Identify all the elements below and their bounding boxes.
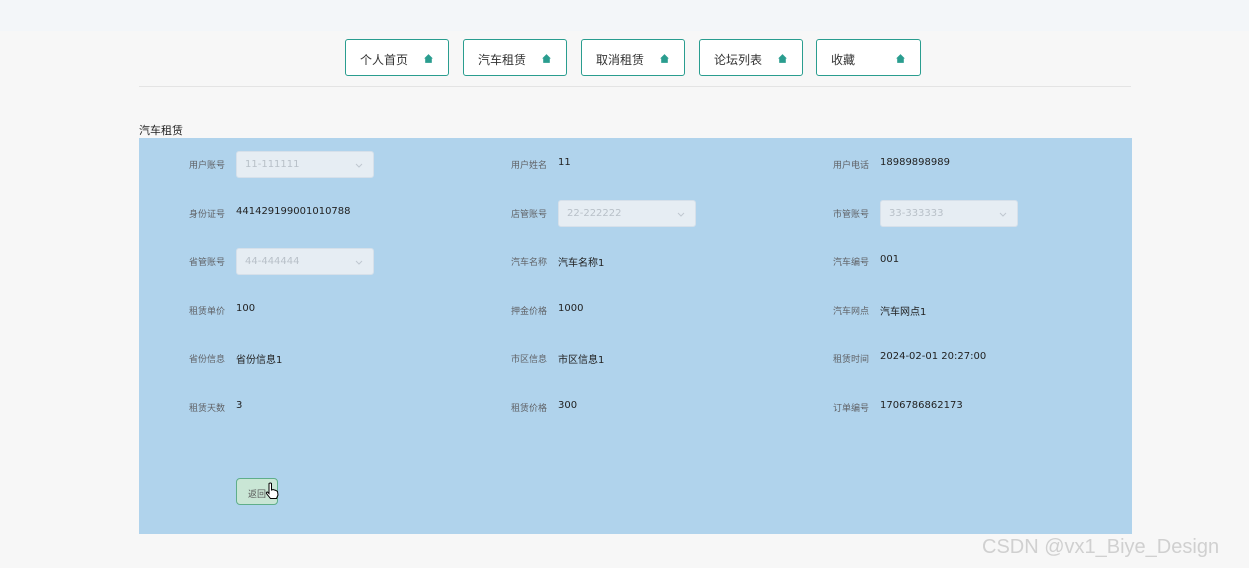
nav-item-label: 汽车租赁 (478, 53, 527, 67)
field-label: 租赁单价 (189, 307, 226, 317)
nav-item-label: 取消租赁 (596, 53, 645, 67)
nav-item-personal-home[interactable]: 个人首页 (345, 39, 449, 76)
field-value: 汽车名称1 (558, 258, 605, 269)
field-value: 2024-02-01 20:27:00 (880, 351, 987, 362)
field-label: 省管账号 (189, 258, 226, 268)
field-label: 租赁价格 (511, 404, 548, 414)
field-label: 汽车网点 (833, 307, 870, 317)
select-value: 33-333333 (889, 208, 944, 219)
field-label: 省份信息 (189, 355, 226, 365)
field-label: 租赁时间 (833, 355, 870, 365)
field-label: 用户账号 (189, 161, 226, 171)
chevron-down-icon (355, 260, 363, 265)
field-label: 汽车编号 (833, 258, 870, 268)
field-label: 市管账号 (833, 210, 870, 220)
nav-item-favorites[interactable]: 收藏 (816, 39, 921, 76)
field-value: 市区信息1 (558, 355, 605, 366)
home-icon (660, 54, 669, 63)
top-bar (0, 0, 1249, 31)
field-value: 1706786862173 (880, 400, 963, 411)
nav-item-forum-list[interactable]: 论坛列表 (699, 39, 803, 76)
select-value: 11-111111 (245, 159, 300, 170)
field-label: 用户姓名 (511, 161, 548, 171)
nav-item-label: 收藏 (831, 53, 856, 67)
field-label: 店管账号 (511, 210, 548, 220)
field-value: 18989898989 (880, 157, 950, 168)
field-value: 001 (880, 254, 900, 265)
field-value: 汽车网点1 (880, 307, 927, 318)
nav-item-label: 论坛列表 (714, 53, 763, 67)
field-label: 用户电话 (833, 161, 870, 171)
field-label: 身份证号 (189, 210, 226, 220)
nav-divider (139, 86, 1131, 87)
province-account-select[interactable]: 44-444444 (236, 248, 374, 275)
field-label: 押金价格 (511, 307, 548, 317)
nav-item-cancel-rental[interactable]: 取消租赁 (581, 39, 685, 76)
field-label: 市区信息 (511, 355, 548, 365)
city-account-select[interactable]: 33-333333 (880, 200, 1018, 227)
chevron-down-icon (677, 212, 685, 217)
rental-detail-form: 用户账号 11-111111 用户姓名 11 用户电话 18989898989 … (139, 138, 1132, 534)
chevron-down-icon (355, 163, 363, 168)
watermark: CSDN @vx1_Biye_Design (982, 536, 1220, 558)
chevron-down-icon (999, 212, 1007, 217)
field-value: 1000 (558, 303, 584, 314)
field-label: 租赁天数 (189, 404, 226, 414)
field-label: 订单编号 (833, 404, 870, 414)
field-value: 300 (558, 400, 578, 411)
home-icon (542, 54, 551, 63)
section-title: 汽车租赁 (139, 124, 183, 137)
user-account-select[interactable]: 11-111111 (236, 151, 374, 178)
nav-item-car-rental[interactable]: 汽车租赁 (463, 39, 567, 76)
field-label: 汽车名称 (511, 258, 548, 268)
home-icon (424, 54, 433, 63)
field-value: 省份信息1 (236, 355, 283, 366)
home-icon (896, 54, 905, 63)
hand-pointer-icon (265, 482, 279, 499)
field-value: 100 (236, 303, 256, 314)
field-value: 11 (558, 157, 571, 168)
home-icon (778, 54, 787, 63)
select-value: 22-222222 (567, 208, 622, 219)
nav-item-label: 个人首页 (360, 53, 409, 67)
select-value: 44-444444 (245, 256, 300, 267)
field-value: 441429199001010788 (236, 206, 351, 217)
field-value: 3 (236, 400, 243, 411)
store-account-select[interactable]: 22-222222 (558, 200, 696, 227)
